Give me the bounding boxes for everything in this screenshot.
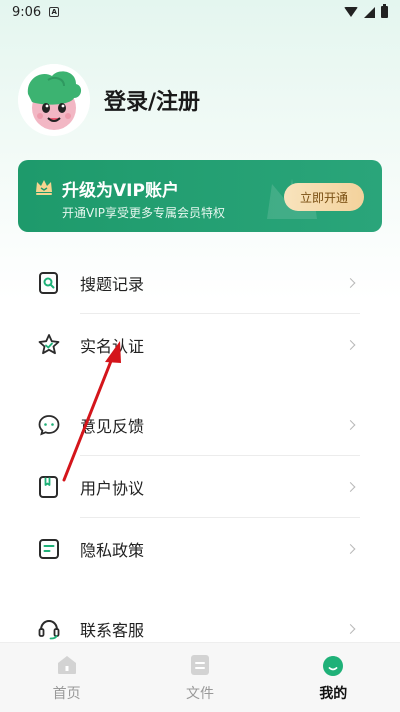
vip-title: 升级为VIP账户 bbox=[62, 181, 179, 201]
tab-mine-label: 我的 bbox=[319, 685, 348, 702]
vip-subtitle: 开通VIP享受更多专属会员特权 bbox=[62, 206, 225, 220]
battery-icon bbox=[381, 4, 388, 18]
chevron-right-icon bbox=[345, 278, 356, 288]
chevron-right-icon bbox=[345, 420, 356, 430]
chat-bubble-icon bbox=[36, 412, 62, 438]
headset-icon bbox=[36, 616, 62, 642]
settings-menu: 搜题记录 实名认证 意见反馈 用户协议 隐私政策 联系客服 bbox=[0, 252, 400, 660]
menu-item-real-name-auth[interactable]: 实名认证 bbox=[0, 314, 400, 376]
menu-item-privacy-policy[interactable]: 隐私政策 bbox=[0, 518, 400, 580]
menu-item-label: 联系客服 bbox=[80, 621, 145, 640]
menu-item-label: 隐私政策 bbox=[80, 541, 145, 560]
signal-icon bbox=[364, 6, 375, 18]
search-record-icon bbox=[36, 270, 62, 296]
login-register-title[interactable]: 登录/注册 bbox=[104, 84, 200, 116]
vip-upgrade-card[interactable]: 升级为VIP账户 开通VIP享受更多专属会员特权 立即开通 bbox=[18, 160, 382, 232]
chevron-right-icon bbox=[345, 544, 356, 554]
tab-mine[interactable]: 我的 bbox=[273, 653, 393, 703]
tab-files[interactable]: 文件 bbox=[140, 653, 260, 703]
tab-home-label: 首页 bbox=[52, 685, 81, 702]
chevron-right-icon bbox=[345, 624, 356, 634]
crown-icon bbox=[36, 180, 52, 195]
menu-item-label: 实名认证 bbox=[80, 337, 145, 356]
status-time: 9:06 bbox=[12, 4, 42, 20]
menu-item-user-agreement[interactable]: 用户协议 bbox=[0, 456, 400, 518]
menu-item-label: 搜题记录 bbox=[80, 275, 145, 294]
open-vip-button[interactable]: 立即开通 bbox=[284, 183, 364, 211]
home-icon bbox=[57, 655, 76, 674]
menu-item-label: 意见反馈 bbox=[80, 417, 145, 436]
book-icon bbox=[36, 474, 62, 500]
tab-files-label: 文件 bbox=[185, 685, 214, 702]
document-icon bbox=[36, 536, 62, 562]
avatar[interactable] bbox=[18, 64, 90, 136]
chevron-right-icon bbox=[345, 340, 356, 350]
file-icon bbox=[190, 654, 209, 675]
menu-item-label: 用户协议 bbox=[80, 479, 145, 498]
menu-item-search-history[interactable]: 搜题记录 bbox=[0, 252, 400, 314]
status-bar: 9:06 A bbox=[0, 0, 400, 24]
menu-item-feedback[interactable]: 意见反馈 bbox=[0, 394, 400, 456]
bottom-nav: 首页 文件 我的 bbox=[0, 642, 400, 712]
profile-header[interactable]: 登录/注册 bbox=[18, 64, 200, 136]
notification-a-icon: A bbox=[49, 7, 60, 17]
wifi-icon bbox=[344, 7, 358, 17]
chevron-right-icon bbox=[345, 482, 356, 492]
tab-home[interactable]: 首页 bbox=[7, 653, 127, 703]
star-check-icon bbox=[36, 332, 62, 358]
profile-face-icon bbox=[323, 655, 344, 676]
